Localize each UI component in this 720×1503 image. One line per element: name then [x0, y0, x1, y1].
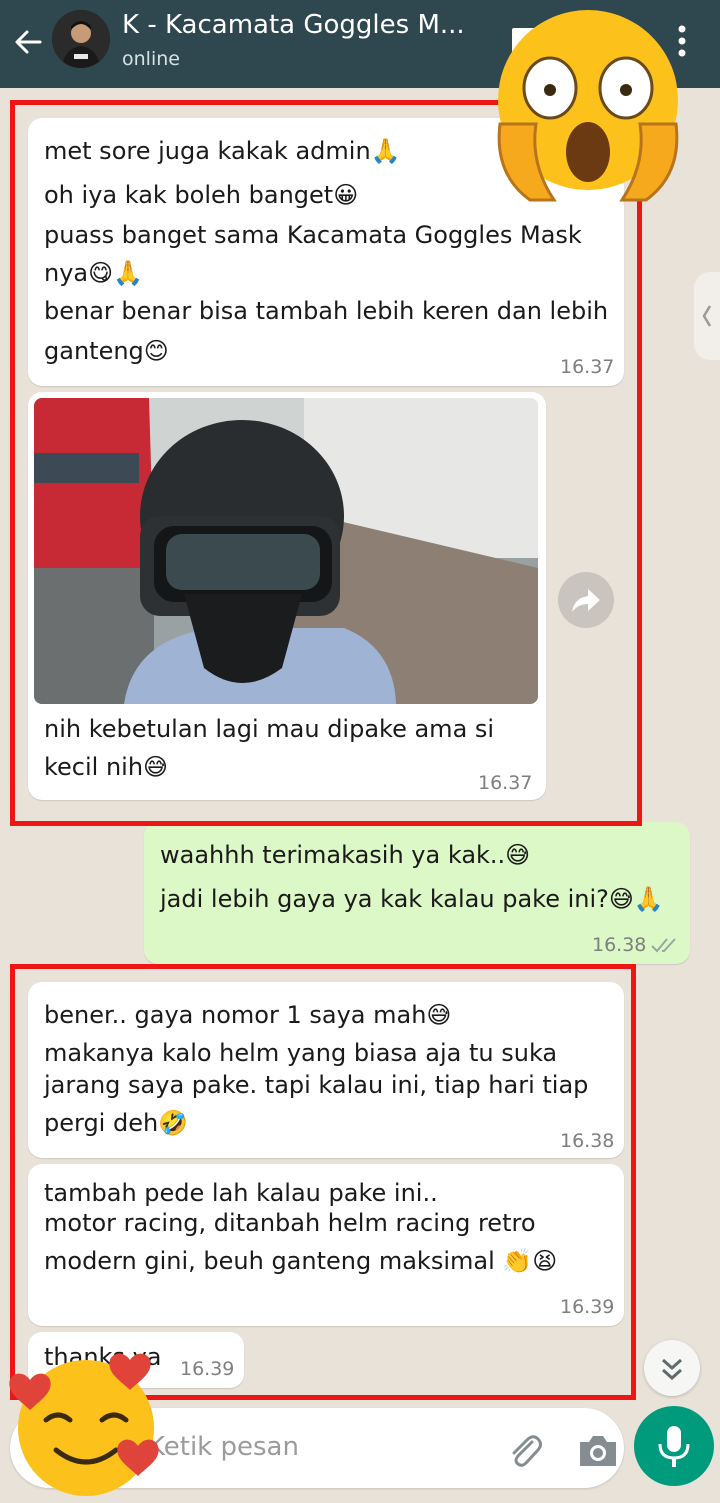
mic-button[interactable]	[634, 1406, 714, 1486]
side-panel-tab[interactable]	[694, 272, 720, 360]
message-bubble-incoming[interactable]: bener.. gaya nomor 1 saya mah😅 makanya k…	[28, 982, 624, 1158]
shocked-face-emoji-icon	[497, 10, 679, 202]
camera-icon[interactable]	[576, 1430, 620, 1470]
paperclip-icon[interactable]	[504, 1430, 544, 1470]
double-chevron-down-icon[interactable]	[644, 1340, 700, 1396]
message-text: jadi lebih gaya ya kak kalau pake ini?😅🙏	[160, 885, 664, 913]
message-text: jarang saya pake. tapi kalau ini, tiap h…	[44, 1071, 589, 1099]
message-text: nih kebetulan lagi mau dipake ama si	[44, 715, 495, 743]
mic-icon	[658, 1426, 690, 1467]
helmet-photo[interactable]	[34, 398, 538, 704]
message-text: bener.. gaya nomor 1 saya mah😅	[44, 1001, 452, 1029]
message-text: motor racing, ditanbah helm racing retro	[44, 1209, 536, 1237]
arrow-left-icon[interactable]	[12, 26, 44, 58]
message-text: nya😋🙏	[44, 259, 144, 287]
message-bubble-incoming[interactable]: tambah pede lah kalau pake ini.. motor r…	[28, 1164, 624, 1326]
read-receipt-icon	[651, 938, 676, 953]
message-text: benar benar bisa tambah lebih keren dan …	[44, 297, 609, 325]
contact-name[interactable]: K - Kacamata Goggles M...	[122, 10, 482, 40]
message-time: 16.38	[560, 1130, 615, 1152]
message-text: tambah pede lah kalau pake ini..	[44, 1179, 438, 1207]
message-text: oh iya kak boleh banget😀	[44, 181, 359, 209]
avatar[interactable]	[52, 10, 110, 68]
message-text: modern gini, beuh ganteng maksimal 👏😫	[44, 1247, 558, 1275]
message-time: 16.37	[478, 772, 533, 794]
message-time: 16.37	[560, 356, 615, 378]
message-text: kecil nih😅	[44, 753, 169, 781]
message-text: ganteng😊	[44, 337, 169, 365]
message-text: pergi deh🤣	[44, 1109, 189, 1137]
message-time: 16.39	[560, 1296, 615, 1318]
message-text: makanya kalo helm yang biasa aja tu suka	[44, 1039, 558, 1067]
message-text: met sore juga kakak admin🙏	[44, 137, 401, 165]
message-time: 16.39	[180, 1358, 235, 1380]
message-time: 16.38	[592, 934, 647, 956]
contact-status: online	[122, 48, 180, 70]
forward-icon[interactable]	[558, 572, 614, 628]
message-text: waahhh terimakasih ya kak..😅	[160, 841, 531, 869]
message-bubble-outgoing[interactable]: waahhh terimakasih ya kak..😅 jadi lebih …	[144, 822, 690, 964]
message-text: puass banget sama Kacamata Goggles Mask	[44, 221, 582, 249]
smiling-face-with-hearts-emoji-icon	[9, 1353, 159, 1496]
